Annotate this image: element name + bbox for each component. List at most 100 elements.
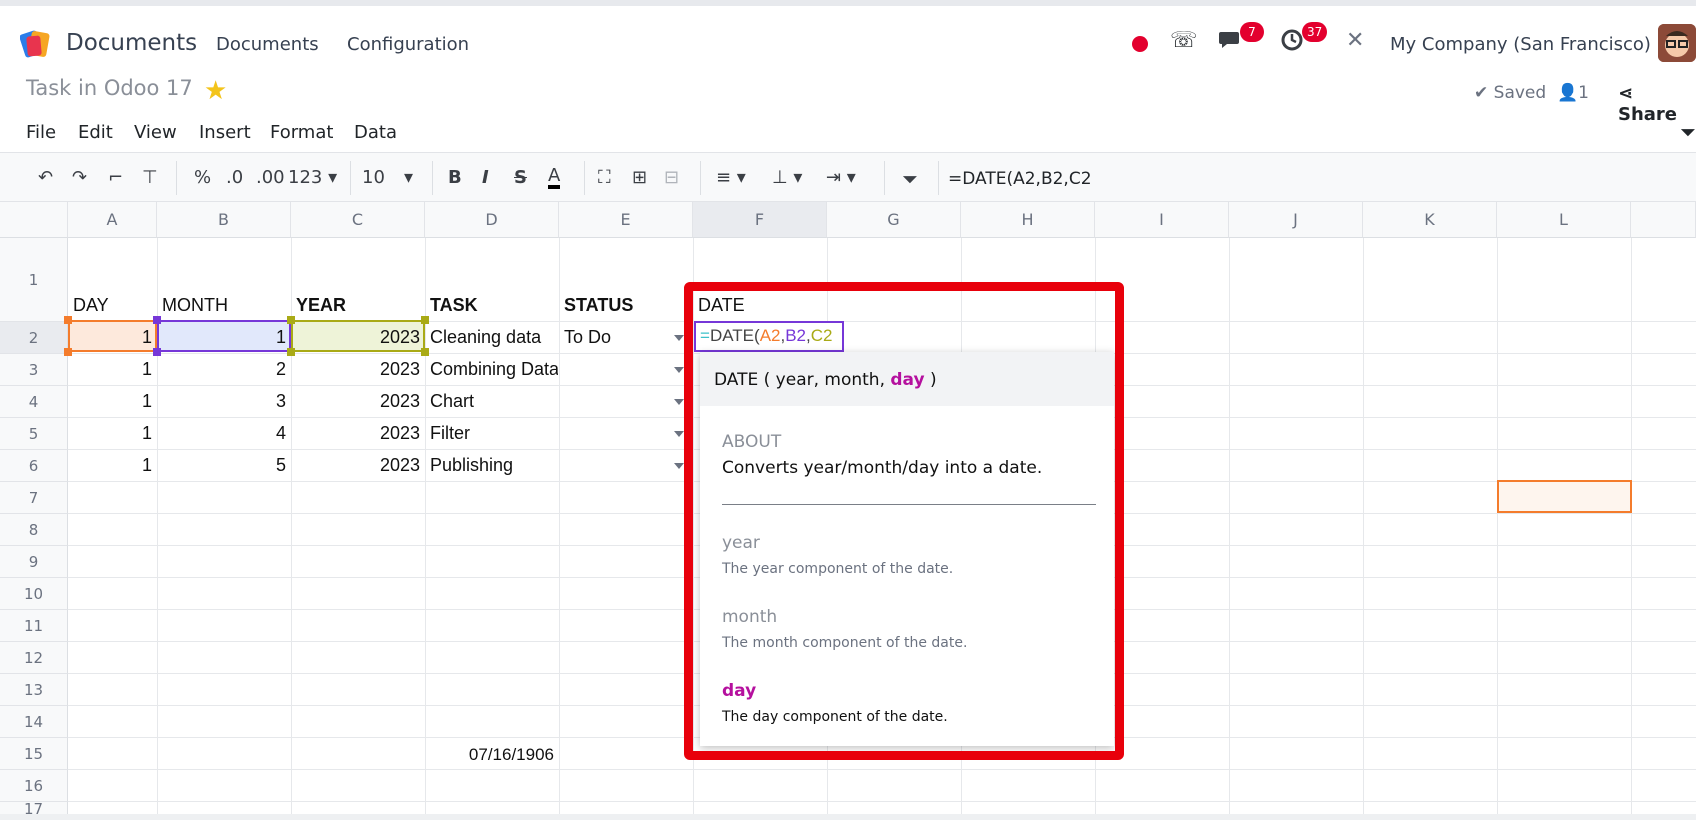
row-header-8[interactable]: 8	[0, 514, 68, 546]
menu-view[interactable]: View	[134, 122, 177, 143]
cell-c3[interactable]: 2023	[293, 359, 420, 380]
cell-b6[interactable]: 5	[159, 455, 286, 476]
italic-button[interactable]: I	[482, 167, 489, 188]
nav-documents[interactable]: Documents	[216, 34, 319, 55]
menu-file[interactable]: File	[26, 122, 56, 143]
col-header-j[interactable]: J	[1229, 202, 1363, 238]
cell-d3[interactable]: Combining Data	[430, 359, 558, 380]
phone-icon[interactable]: ☏	[1170, 28, 1198, 53]
col-header-b[interactable]: B	[157, 202, 291, 238]
cell-b1[interactable]: MONTH	[162, 295, 228, 316]
cell-d2[interactable]: Cleaning data	[430, 327, 558, 348]
format-percent-button[interactable]: %	[194, 167, 211, 188]
cell-a5[interactable]: 1	[70, 423, 152, 444]
col-header-m[interactable]	[1631, 202, 1696, 238]
dropdown-arrow-icon[interactable]	[674, 399, 684, 405]
col-header-k[interactable]: K	[1363, 202, 1497, 238]
col-header-i[interactable]: I	[1095, 202, 1229, 238]
app-title[interactable]: Documents	[66, 30, 197, 56]
corner-header[interactable]	[0, 202, 68, 238]
row-header-15[interactable]: 15	[0, 738, 68, 770]
filter-menu-icon[interactable]: ⏷	[1680, 120, 1696, 144]
resize-handle[interactable]	[421, 316, 429, 324]
resize-handle[interactable]	[153, 316, 161, 324]
company-switcher[interactable]: My Company (San Francisco)	[1390, 34, 1651, 55]
col-header-a[interactable]: A	[68, 202, 157, 238]
cell-a3[interactable]: 1	[70, 359, 152, 380]
resize-handle[interactable]	[287, 316, 295, 324]
vertical-align-icon[interactable]: ⊥ ▾	[772, 167, 802, 188]
cell-c4[interactable]: 2023	[293, 391, 420, 412]
cell-d4[interactable]: Chart	[430, 391, 558, 412]
cell-c1[interactable]: YEAR	[296, 295, 346, 316]
share-button[interactable]: ⋖ Share	[1618, 83, 1696, 125]
row-header-7[interactable]: 7	[0, 482, 68, 514]
text-color-button[interactable]: A	[548, 167, 561, 189]
clear-format-icon[interactable]: ⊤	[142, 167, 158, 188]
cell-c5[interactable]: 2023	[293, 423, 420, 444]
resize-handle[interactable]	[64, 316, 72, 324]
cell-e1[interactable]: STATUS	[564, 295, 633, 316]
menu-edit[interactable]: Edit	[78, 122, 113, 143]
col-header-h[interactable]: H	[961, 202, 1095, 238]
col-header-d[interactable]: D	[425, 202, 559, 238]
row-header-16[interactable]: 16	[0, 770, 68, 802]
selected-cell-l7[interactable]	[1497, 480, 1632, 513]
increase-decimal-button[interactable]: .00	[256, 167, 285, 188]
cell-b3[interactable]: 2	[159, 359, 286, 380]
nav-configuration[interactable]: Configuration	[347, 34, 469, 55]
row-header-1[interactable]: 1	[0, 238, 68, 322]
paint-format-icon[interactable]: ⌐	[108, 167, 123, 188]
menu-insert[interactable]: Insert	[199, 122, 251, 143]
row-header-14[interactable]: 14	[0, 706, 68, 738]
row-header-17[interactable]: 17	[0, 802, 68, 814]
settings-tools-icon[interactable]: ✕	[1346, 28, 1364, 53]
bold-button[interactable]: B	[448, 167, 462, 188]
cell-c6[interactable]: 2023	[293, 455, 420, 476]
col-header-e[interactable]: E	[559, 202, 693, 238]
row-header-13[interactable]: 13	[0, 674, 68, 706]
filter-icon[interactable]: ⏷	[902, 167, 918, 191]
decrease-decimal-button[interactable]: .0	[226, 167, 243, 188]
row-header-9[interactable]: 9	[0, 546, 68, 578]
row-header-11[interactable]: 11	[0, 610, 68, 642]
favorite-star-icon[interactable]: ★	[204, 76, 227, 106]
row-header-10[interactable]: 10	[0, 578, 68, 610]
cell-a6[interactable]: 1	[70, 455, 152, 476]
cell-c2[interactable]: 2023	[293, 327, 420, 348]
col-header-c[interactable]: C	[291, 202, 425, 238]
col-header-g[interactable]: G	[827, 202, 961, 238]
fill-color-icon[interactable]: ⛶	[598, 167, 611, 188]
row-header-3[interactable]: 3	[0, 354, 68, 386]
user-avatar[interactable]	[1658, 24, 1696, 62]
formula-bar[interactable]: =DATE(A2,B2,C2	[948, 169, 1092, 189]
cell-d1[interactable]: TASK	[430, 295, 478, 316]
cell-b4[interactable]: 3	[159, 391, 286, 412]
document-title[interactable]: Task in Odoo 17	[26, 76, 193, 100]
chevron-down-icon[interactable]: ▾	[404, 167, 413, 188]
resize-handle[interactable]	[421, 348, 429, 356]
cell-d5[interactable]: Filter	[430, 423, 558, 444]
recording-indicator-icon[interactable]	[1132, 36, 1148, 52]
undo-icon[interactable]: ↶	[38, 167, 53, 188]
cell-a2[interactable]: 1	[70, 327, 152, 348]
messages-button[interactable]: 7	[1218, 22, 1264, 56]
col-header-l[interactable]: L	[1497, 202, 1631, 238]
resize-handle[interactable]	[64, 348, 72, 356]
row-header-6[interactable]: 6	[0, 450, 68, 482]
row-header-12[interactable]: 12	[0, 642, 68, 674]
cell-d15[interactable]: 07/16/1906	[428, 745, 554, 765]
col-header-f[interactable]: F	[693, 202, 827, 238]
menu-format[interactable]: Format	[270, 122, 333, 143]
font-size-select[interactable]: 10	[362, 167, 385, 188]
cell-b2[interactable]: 1	[159, 327, 286, 348]
cell-a1[interactable]: DAY	[73, 295, 109, 316]
cell-e2[interactable]: To Do	[564, 327, 611, 348]
horizontal-align-icon[interactable]: ≡ ▾	[716, 167, 746, 188]
more-formats-button[interactable]: 123 ▾	[288, 167, 337, 188]
activities-button[interactable]: 37	[1280, 22, 1328, 56]
cell-b5[interactable]: 4	[159, 423, 286, 444]
documents-app-logo[interactable]	[20, 28, 52, 60]
dropdown-arrow-icon[interactable]	[674, 463, 684, 469]
dropdown-arrow-icon[interactable]	[674, 431, 684, 437]
